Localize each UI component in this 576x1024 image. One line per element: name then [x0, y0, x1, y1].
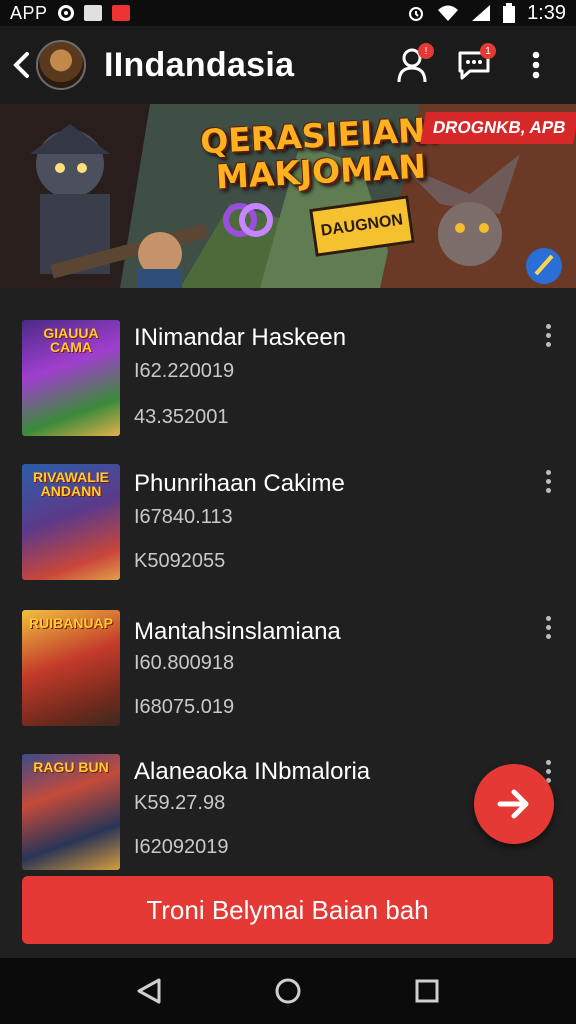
item-value-2: I62092019: [134, 836, 229, 858]
back-triangle-icon: [137, 978, 161, 1004]
red-app-icon: [111, 5, 130, 21]
item-value-1: I67840.113: [134, 506, 233, 528]
more-vert-icon: [532, 51, 540, 79]
item-value-2: I68075.019: [134, 696, 235, 718]
image-icon: [83, 5, 102, 21]
next-fab-button[interactable]: [474, 764, 554, 844]
list-item[interactable]: GIAUUA CAMA INimandar Haskeen I62.220019…: [0, 300, 576, 440]
game-thumbnail: RUIBANUAP: [22, 610, 120, 726]
game-thumbnail: RIVAWALIE ANDANN: [22, 464, 120, 580]
status-bar: APP 1:39: [0, 0, 576, 26]
record-icon: [57, 5, 74, 21]
signal-icon: [472, 5, 491, 21]
thumbnail-text: RUIBANUAP: [29, 615, 113, 631]
wifi-icon: [438, 5, 459, 21]
item-value-1: I60.800918: [134, 652, 235, 674]
item-title: Phunrihaan Cakime: [134, 470, 345, 497]
game-thumbnail: RAGU BUN: [22, 754, 120, 870]
item-value-1: I62.220019: [134, 360, 235, 382]
item-title: INimandar Haskeen: [134, 324, 347, 351]
list-item[interactable]: RUIBANUAP Mantahsinslamiana I60.800918 I…: [0, 592, 576, 732]
chat-badge: 1: [480, 43, 496, 59]
status-time: 1:39: [527, 1, 566, 24]
item-value-1: K59.27.98: [134, 792, 226, 814]
back-button[interactable]: [6, 26, 36, 104]
chat-button[interactable]: 1: [454, 43, 496, 85]
item-more-button[interactable]: [538, 612, 558, 642]
item-more-button[interactable]: [538, 466, 558, 496]
status-app-label: APP: [10, 2, 48, 23]
game-thumbnail: GIAUUA CAMA: [22, 320, 120, 436]
item-title: Alaneaoka INbmaloria: [134, 758, 371, 785]
avatar[interactable]: [36, 40, 86, 90]
banner-title: QERASIEIANI MAKJOMAN: [199, 109, 439, 197]
app-bar: IIndandasia ! 1: [0, 26, 576, 104]
item-title: Mantahsinslamiana: [134, 618, 341, 645]
primary-action-button[interactable]: Troni Belymai Baian bah: [22, 876, 553, 944]
recents-square-icon: [415, 979, 439, 1003]
battery-icon: [503, 3, 516, 23]
home-circle-icon: [275, 978, 301, 1004]
more-options-button[interactable]: [516, 45, 556, 85]
profile-badge: !: [418, 43, 434, 59]
list-item[interactable]: RIVAWALIE ANDANN Phunrihaan Cakime I6784…: [0, 446, 576, 586]
alarm-icon: [409, 7, 424, 21]
item-value-2: K5092055: [134, 550, 226, 572]
system-nav-bar: [0, 958, 576, 1024]
nav-back-button[interactable]: [129, 971, 169, 1011]
back-icon: [13, 52, 29, 78]
arrow-right-icon: [497, 789, 529, 819]
item-more-button[interactable]: [538, 320, 558, 350]
nav-recents-button[interactable]: [407, 971, 447, 1011]
page-title: IIndandasia: [104, 45, 295, 84]
thumbnail-text: GIAUUA CAMA: [43, 325, 99, 355]
nav-home-button[interactable]: [268, 971, 308, 1011]
item-value-2: 43.352001: [134, 406, 229, 428]
profile-button[interactable]: !: [392, 43, 434, 85]
thumbnail-text: RAGU BUN: [33, 759, 109, 775]
thumbnail-text: RIVAWALIE ANDANN: [33, 469, 109, 499]
banner-ribbon: DROGNKB, APB: [420, 112, 576, 144]
promo-banner[interactable]: QERASIEIANI MAKJOMAN DROGNKB, APB DAUGNO…: [0, 104, 576, 288]
